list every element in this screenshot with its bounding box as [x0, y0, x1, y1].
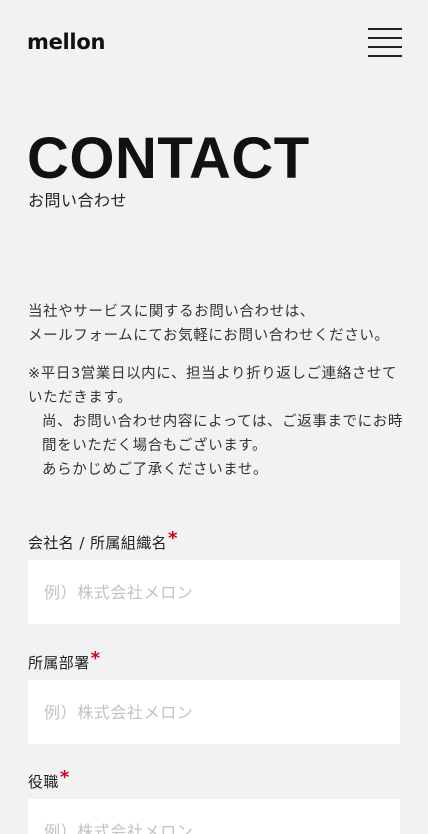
intro-text: 当社やサービスに関するお問い合わせは、 メールフォームにてお気軽にお問い合わせく…: [28, 300, 404, 348]
note-response-delay: 尚、お問い合わせ内容によっては、ご返事までにお時間をいただく場合もございます。: [42, 414, 403, 454]
hamburger-menu-icon[interactable]: [368, 28, 402, 58]
contact-page: mellon CONTACT お問い合わせ 当社やサービスに関するお問い合わせは…: [0, 0, 428, 834]
site-logo[interactable]: mellon: [27, 28, 105, 56]
department-label: 所属部署*: [28, 648, 100, 674]
notes-text: ※平日3営業日以内に、担当より折り返しご連絡させていただきます。 尚、お問い合わ…: [28, 362, 404, 482]
note-thanks: あらかじめご了承くださいませ。: [42, 462, 269, 478]
company-name-label: 会社名 / 所属組織名*: [28, 528, 178, 554]
required-mark: *: [90, 648, 101, 669]
page-subtitle: お問い合わせ: [28, 191, 128, 210]
intro-line-2: メールフォームにてお気軽にお問い合わせください。: [28, 328, 390, 344]
note-reply-time: ※平日3営業日以内に、担当より折り返しご連絡させていただきます。: [28, 366, 398, 406]
company-name-label-text: 会社名 / 所属組織名: [28, 534, 167, 552]
required-mark: *: [59, 767, 70, 788]
required-mark: *: [168, 528, 178, 549]
page-title: CONTACT: [27, 126, 310, 191]
position-input[interactable]: [28, 799, 400, 834]
department-label-text: 所属部署: [28, 654, 90, 672]
department-input[interactable]: [28, 680, 400, 744]
company-name-input[interactable]: [28, 560, 400, 624]
intro-line-1: 当社やサービスに関するお問い合わせは、: [28, 304, 315, 320]
position-label: 役職*: [28, 767, 70, 793]
site-header: mellon: [0, 0, 428, 86]
position-label-text: 役職: [28, 773, 59, 791]
